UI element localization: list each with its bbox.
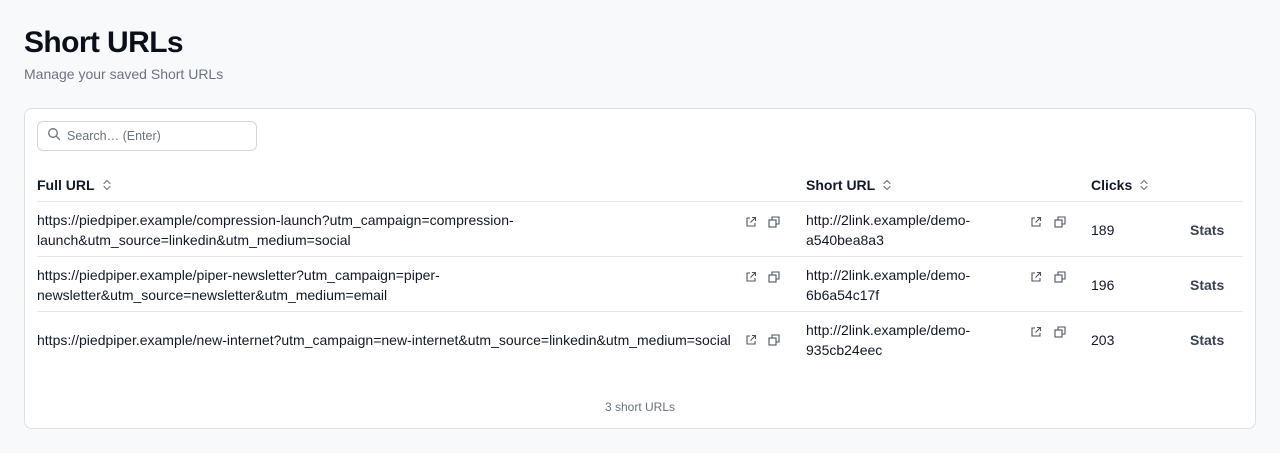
clicks-count: 196 bbox=[1091, 276, 1115, 293]
short-url-text: 935cb24eec bbox=[806, 341, 883, 358]
external-link-icon bbox=[746, 334, 757, 345]
full-url-text: https://piedpiper.example/new-internet?u… bbox=[37, 331, 731, 348]
full-url-text: launch&utm_source=linkedin&utm_medium=so… bbox=[37, 231, 351, 248]
full-url-text: https://piedpiper.example/piper-newslett… bbox=[37, 266, 440, 283]
short-urls-table: Full URL Short URL Clicks https://piedpi… bbox=[37, 167, 1243, 367]
sort-icon bbox=[883, 179, 891, 191]
copy-short-url-button[interactable] bbox=[1053, 215, 1067, 229]
external-link-icon bbox=[1031, 216, 1042, 227]
stats-link[interactable]: Stats bbox=[1190, 257, 1224, 312]
column-header-short-url[interactable]: Short URL bbox=[806, 177, 892, 193]
external-link-icon bbox=[1031, 271, 1042, 282]
full-url-text: https://piedpiper.example/compression-la… bbox=[37, 211, 514, 228]
short-url-cell: http://2link.example/demo- a540bea8a3 bbox=[806, 202, 1006, 257]
full-url-cell: https://piedpiper.example/compression-la… bbox=[37, 202, 737, 257]
copy-short-url-button[interactable] bbox=[1053, 270, 1067, 284]
clicks-count: 203 bbox=[1091, 331, 1115, 348]
open-short-url-button[interactable] bbox=[1029, 270, 1043, 284]
sort-icon bbox=[1140, 179, 1148, 191]
copy-icon bbox=[768, 271, 780, 283]
short-url-text: http://2link.example/demo- bbox=[806, 211, 971, 228]
short-url-text: a540bea8a3 bbox=[806, 231, 884, 248]
column-label: Short URL bbox=[806, 177, 876, 193]
copy-full-url-button[interactable] bbox=[767, 270, 781, 284]
open-full-url-button[interactable] bbox=[744, 333, 758, 347]
short-urls-card: Full URL Short URL Clicks https://piedpi… bbox=[24, 108, 1256, 429]
copy-icon bbox=[768, 216, 780, 228]
full-url-cell: https://piedpiper.example/new-internet?u… bbox=[37, 312, 737, 367]
copy-short-url-button[interactable] bbox=[1053, 325, 1067, 339]
results-count: 3 short URLs bbox=[604, 400, 676, 414]
stats-link[interactable]: Stats bbox=[1190, 312, 1224, 367]
copy-icon bbox=[1054, 271, 1066, 283]
sort-icon bbox=[102, 179, 111, 191]
clicks-count: 189 bbox=[1091, 221, 1115, 238]
open-full-url-button[interactable] bbox=[744, 270, 758, 284]
table-header: Full URL Short URL Clicks bbox=[37, 167, 1243, 202]
open-short-url-button[interactable] bbox=[1029, 215, 1043, 229]
copy-icon bbox=[1054, 216, 1066, 228]
short-url-cell: http://2link.example/demo- 935cb24eec bbox=[806, 312, 1006, 367]
copy-full-url-button[interactable] bbox=[767, 215, 781, 229]
page-subtitle: Manage your saved Short URLs bbox=[24, 66, 224, 82]
search-input[interactable] bbox=[67, 129, 247, 143]
external-link-icon bbox=[1031, 326, 1042, 337]
search-icon bbox=[47, 127, 61, 146]
column-header-full-url[interactable]: Full URL bbox=[37, 177, 112, 193]
short-url-text: http://2link.example/demo- bbox=[806, 321, 971, 338]
copy-icon bbox=[768, 334, 780, 346]
copy-full-url-button[interactable] bbox=[767, 333, 781, 347]
full-url-cell: https://piedpiper.example/piper-newslett… bbox=[37, 257, 737, 312]
page-title: Short URLs bbox=[24, 26, 184, 59]
open-short-url-button[interactable] bbox=[1029, 325, 1043, 339]
external-link-icon bbox=[746, 271, 757, 282]
short-url-cell: http://2link.example/demo- 6b6a54c17f bbox=[806, 257, 1006, 312]
table-row: https://piedpiper.example/new-internet?u… bbox=[37, 312, 1243, 367]
open-full-url-button[interactable] bbox=[744, 215, 758, 229]
copy-icon bbox=[1054, 326, 1066, 338]
page-header: Short URLs Manage your saved Short URLs bbox=[24, 26, 223, 83]
table-row: https://piedpiper.example/compression-la… bbox=[37, 202, 1243, 257]
short-url-text: http://2link.example/demo- bbox=[806, 266, 971, 283]
stats-link[interactable]: Stats bbox=[1190, 202, 1224, 257]
column-label: Clicks bbox=[1091, 177, 1133, 193]
external-link-icon bbox=[746, 216, 757, 227]
table-row: https://piedpiper.example/piper-newslett… bbox=[37, 257, 1243, 312]
full-url-text: newsletter&utm_source=newsletter&utm_med… bbox=[37, 286, 388, 303]
search-box[interactable] bbox=[37, 121, 257, 151]
short-url-text: 6b6a54c17f bbox=[806, 286, 880, 303]
column-header-clicks[interactable]: Clicks bbox=[1091, 177, 1149, 193]
column-label: Full URL bbox=[37, 177, 95, 193]
